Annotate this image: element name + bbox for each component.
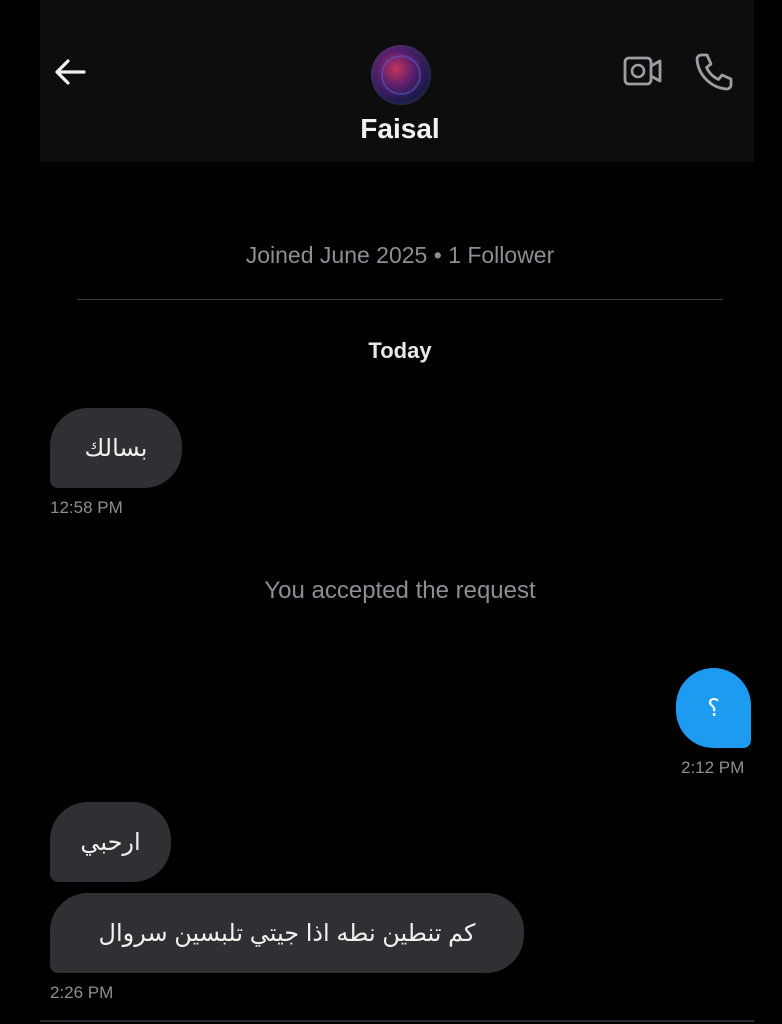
message-timestamp: 12:58 PM (50, 498, 123, 517)
video-camera-icon (623, 56, 662, 86)
contact-name[interactable]: Faisal (0, 113, 782, 145)
divider (40, 1020, 754, 1022)
message-timestamp: 2:26 PM (50, 983, 114, 1002)
date-separator: Today (368, 338, 432, 363)
incoming-message-bubble[interactable]: بسالك (50, 408, 182, 488)
voice-call-button[interactable] (692, 50, 736, 92)
incoming-message-bubble[interactable]: ارحبي (50, 802, 171, 882)
dm-conversation-screen: Faisal Joined June 2025 • 1 Follower Tod… (0, 0, 782, 1024)
avatar[interactable] (371, 45, 431, 105)
arrow-left-icon (55, 59, 86, 85)
outgoing-message-bubble[interactable]: ؟ (676, 668, 751, 748)
profile-meta: Joined June 2025 • 1 Follower (245, 242, 555, 268)
back-button[interactable] (50, 52, 90, 92)
incoming-message-bubble[interactable]: كم تنطين نطه اذا جيتي تلبسين سروال (50, 893, 524, 973)
phone-icon (695, 53, 733, 91)
message-timestamp: 2:12 PM (681, 758, 745, 777)
divider (77, 299, 723, 300)
system-message: You accepted the request (264, 577, 536, 604)
video-call-button[interactable] (620, 52, 664, 90)
